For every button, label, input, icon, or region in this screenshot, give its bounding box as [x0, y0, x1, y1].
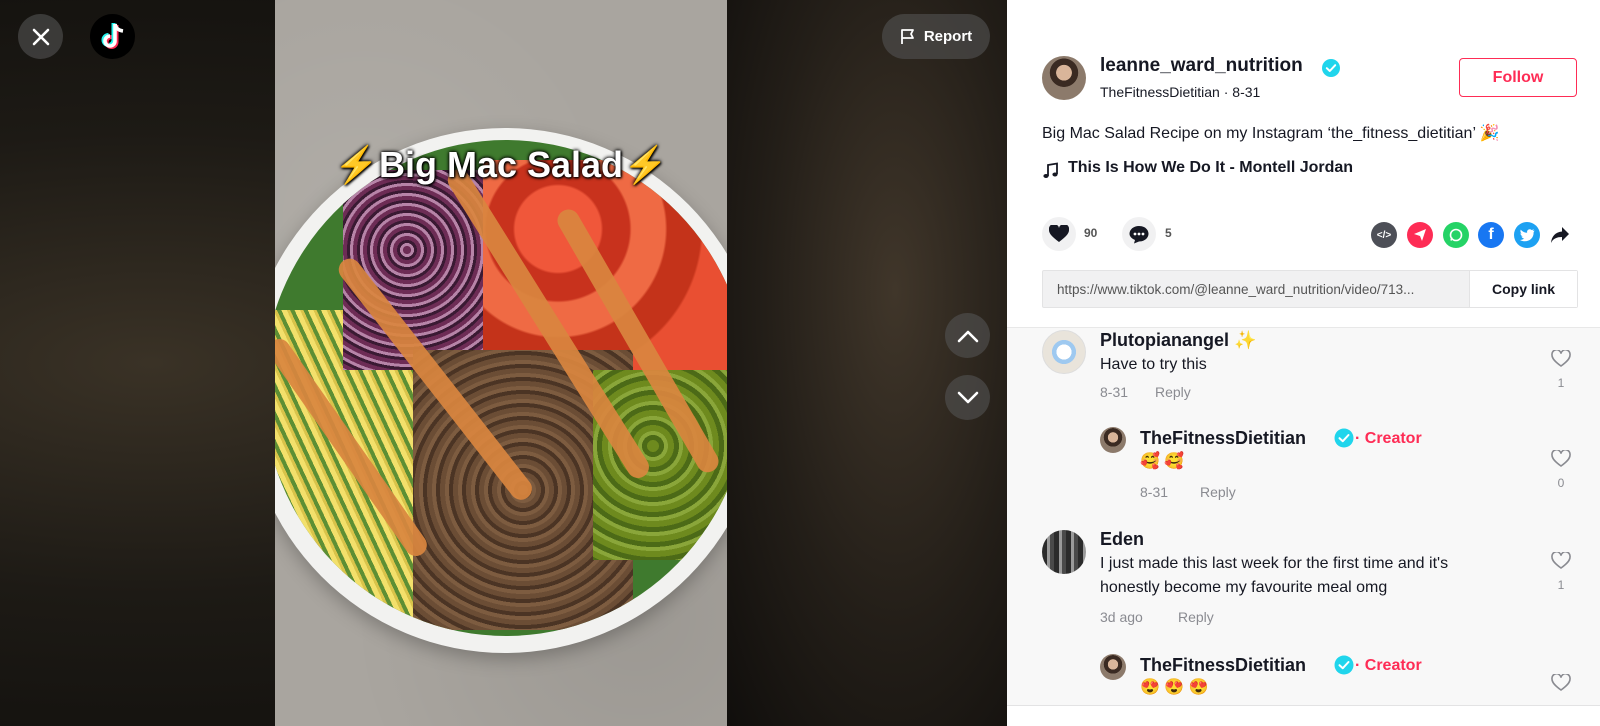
- whatsapp-icon[interactable]: [1443, 222, 1469, 248]
- author-username[interactable]: leanne_ward_nutrition: [1100, 55, 1303, 77]
- verified-icon: [1334, 655, 1354, 675]
- salad-image: [275, 140, 727, 636]
- verified-icon: [1334, 428, 1354, 448]
- share-forward-icon[interactable]: [1547, 222, 1573, 248]
- comment-username[interactable]: Eden: [1100, 529, 1144, 550]
- reply-date: 8-31: [1140, 484, 1169, 500]
- heart-icon: [1049, 225, 1069, 242]
- comment-date: 8-31: [1100, 384, 1129, 400]
- share-link-text[interactable]: https://www.tiktok.com/@leanne_ward_nutr…: [1057, 282, 1447, 297]
- video-blur-background: [727, 0, 1007, 726]
- send-icon[interactable]: [1407, 222, 1433, 248]
- post-date: 8-31: [1232, 84, 1261, 100]
- video-caption-text: Big Mac Salad: [378, 144, 624, 185]
- reply-text: 🥰 🥰: [1140, 453, 1185, 470]
- like-button[interactable]: [1042, 217, 1076, 251]
- tiktok-logo[interactable]: [90, 14, 135, 59]
- previous-video-button[interactable]: [945, 313, 990, 358]
- comment-text-line: honestly become my favourite meal omg: [1100, 579, 1388, 596]
- video-description: Big Mac Salad Recipe on my Instagram ‘th…: [1042, 125, 1500, 142]
- chevron-down-icon: [957, 391, 978, 403]
- report-button[interactable]: Report: [882, 14, 990, 59]
- video-caption-overlay: ⚡Big Mac Salad⚡: [275, 144, 727, 186]
- comment-count: 5: [1165, 226, 1172, 240]
- reply-button[interactable]: Reply: [1200, 484, 1236, 500]
- reply-username[interactable]: TheFitnessDietitian: [1140, 655, 1306, 676]
- copy-link-button[interactable]: Copy link: [1469, 271, 1577, 307]
- comment-username[interactable]: Plutopianangel ✨: [1100, 330, 1256, 351]
- reply-username[interactable]: TheFitnessDietitian: [1140, 428, 1306, 449]
- embed-icon[interactable]: </>: [1371, 222, 1397, 248]
- comment-icon: [1129, 225, 1149, 243]
- twitter-icon[interactable]: [1514, 222, 1540, 248]
- reply-avatar[interactable]: [1100, 654, 1126, 680]
- comment-like-count: 1: [1557, 578, 1565, 592]
- comment-button[interactable]: [1122, 217, 1156, 251]
- verified-icon: [1322, 59, 1340, 77]
- heart-outline-icon[interactable]: [1551, 350, 1571, 368]
- reply-button[interactable]: Reply: [1155, 384, 1191, 400]
- close-icon: [32, 28, 49, 45]
- reply-avatar[interactable]: [1100, 427, 1126, 453]
- reply-button[interactable]: Reply: [1178, 609, 1214, 625]
- author-avatar[interactable]: [1042, 56, 1086, 100]
- heart-outline-icon[interactable]: [1551, 674, 1571, 692]
- facebook-icon[interactable]: f: [1478, 222, 1504, 248]
- reply-like-count: 0: [1557, 476, 1565, 490]
- follow-button[interactable]: Follow: [1459, 58, 1577, 97]
- comment-avatar[interactable]: [1042, 530, 1086, 574]
- creator-badge: · Creator: [1355, 430, 1422, 447]
- video-player: ⚡Big Mac Salad⚡ Report: [0, 0, 1007, 726]
- chevron-up-icon: [957, 330, 978, 342]
- comment-text: Have to try this: [1100, 356, 1207, 373]
- comment-input-bar[interactable]: [1007, 705, 1600, 726]
- like-count: 90: [1084, 226, 1098, 240]
- heart-outline-icon[interactable]: [1551, 450, 1571, 468]
- author-nickname[interactable]: TheFitnessDietitian: [1100, 84, 1220, 100]
- separator-dot: ·: [1223, 84, 1229, 100]
- video-frame[interactable]: ⚡Big Mac Salad⚡: [275, 0, 727, 726]
- tiktok-logo-icon: [101, 22, 123, 49]
- next-video-button[interactable]: [945, 375, 990, 420]
- lightning-icon: ⚡: [623, 144, 668, 185]
- video-detail-panel: leanne_ward_nutrition TheFitnessDietitia…: [1007, 0, 1600, 726]
- comment-text-line: I just made this last week for the first…: [1100, 555, 1449, 572]
- flag-icon: [900, 29, 914, 44]
- share-link-box: https://www.tiktok.com/@leanne_ward_nutr…: [1042, 270, 1578, 308]
- comment-like-count: 1: [1557, 376, 1565, 390]
- creator-badge: · Creator: [1355, 657, 1422, 674]
- report-label: Report: [923, 28, 973, 45]
- music-title-link[interactable]: This Is How We Do It - Montell Jordan: [1068, 159, 1353, 177]
- music-note-icon: [1043, 162, 1058, 178]
- comment-list[interactable]: Plutopianangel ✨ Have to try this 8-31 R…: [1007, 327, 1600, 705]
- close-button[interactable]: [18, 14, 63, 59]
- reply-text: 😍 😍 😍: [1140, 679, 1209, 696]
- heart-outline-icon[interactable]: [1551, 552, 1571, 570]
- comment-date: 3d ago: [1100, 609, 1143, 625]
- lightning-icon: ⚡: [334, 144, 379, 185]
- author-subtitle: TheFitnessDietitian · 8-31: [1100, 84, 1260, 100]
- comment-avatar[interactable]: [1042, 330, 1086, 374]
